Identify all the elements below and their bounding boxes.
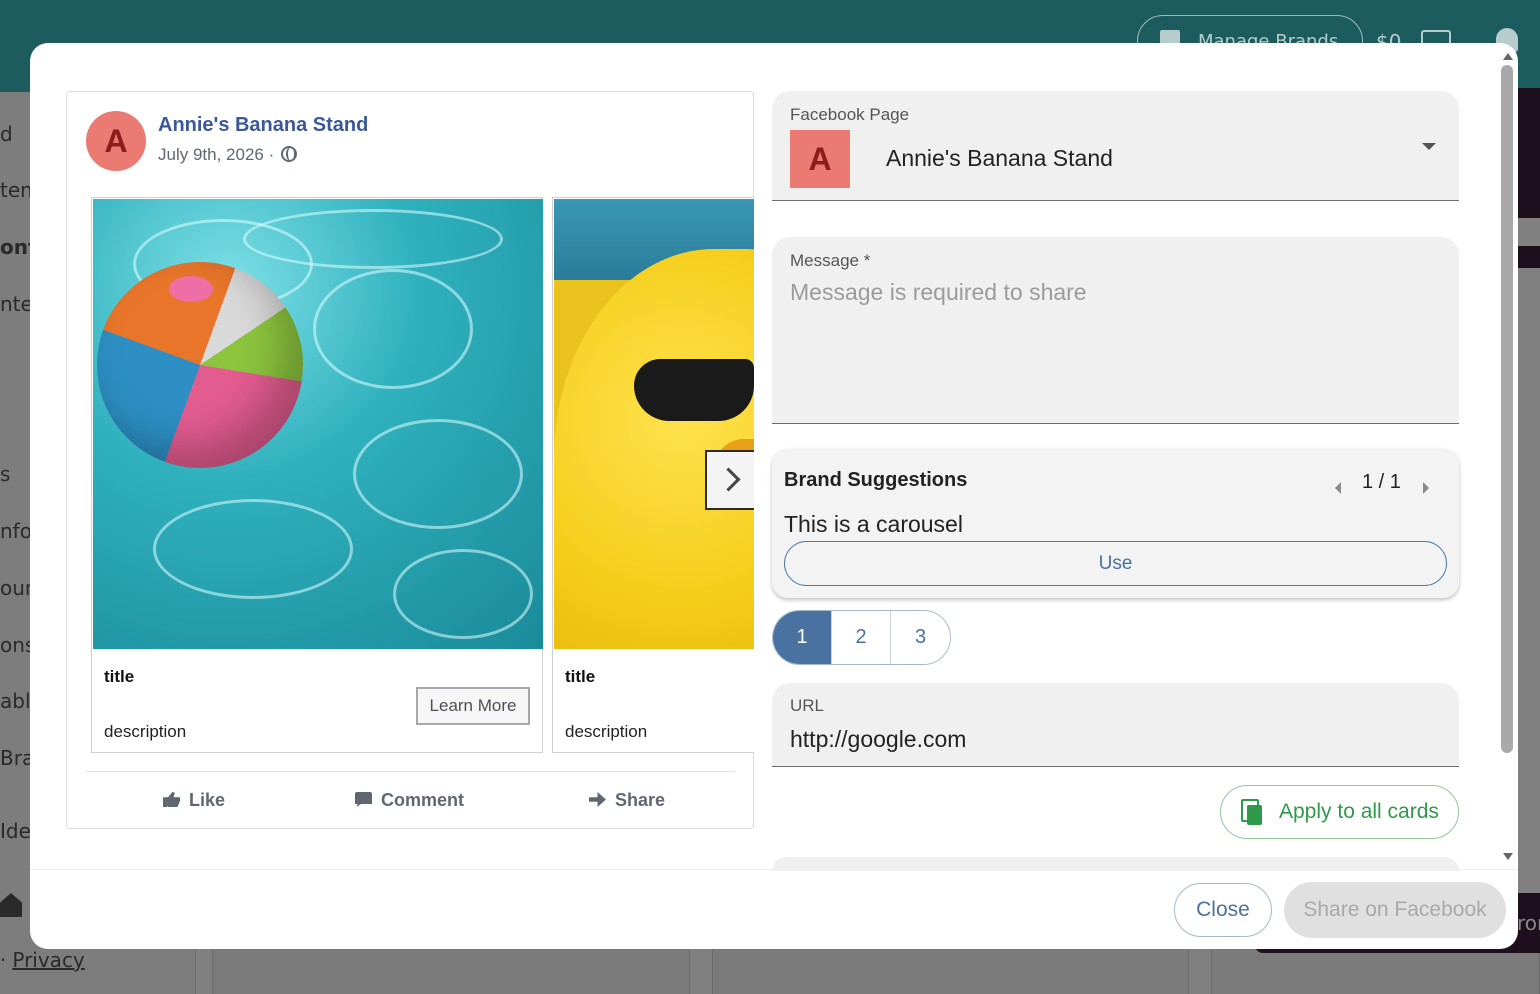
privacy-link[interactable]: Privacy — [12, 948, 84, 972]
sidebar-item[interactable]: Ide — [0, 819, 31, 843]
chevron-right-icon[interactable] — [1423, 482, 1429, 494]
copy-icon — [1241, 799, 1262, 825]
page-name: Annie's Banana Stand — [158, 114, 369, 136]
background-panel — [1518, 88, 1540, 218]
url-input[interactable] — [790, 723, 1440, 755]
sidebar-item[interactable]: nte — [0, 292, 33, 316]
apply-to-all-label: Apply to all cards — [1279, 800, 1439, 823]
share-dialog: A Annie's Banana Stand July 9th, 2026 · … — [30, 43, 1518, 949]
sidebar-item[interactable]: s — [0, 462, 10, 486]
chevron-left-icon[interactable] — [1335, 482, 1341, 494]
suggestion-text: This is a carousel — [784, 511, 963, 537]
card-description: description — [104, 722, 187, 741]
apply-to-all-cards-button[interactable]: Apply to all cards — [1220, 785, 1459, 839]
beach-ball — [97, 262, 303, 468]
divider — [85, 771, 735, 772]
post-date: July 9th, 2026 · — [158, 145, 275, 164]
card-tab-1[interactable]: 1 — [773, 611, 832, 664]
card-description: description — [565, 722, 648, 741]
share-on-facebook-button[interactable]: Share on Facebook — [1284, 882, 1506, 938]
page-avatar: A — [790, 130, 850, 188]
card-tabs: 1 2 3 — [772, 610, 951, 665]
background-action-label: ron — [1517, 911, 1540, 935]
facebook-post-preview: A Annie's Banana Stand July 9th, 2026 · … — [66, 91, 754, 829]
share-label: Share — [615, 790, 666, 810]
comment-icon — [355, 792, 372, 807]
suggestion-counter: 1 / 1 — [1362, 471, 1401, 493]
card-title: title — [104, 667, 135, 686]
sidebar-item[interactable]: nfo — [0, 519, 32, 543]
comment-label: Comment — [381, 790, 465, 810]
background-strip — [1518, 246, 1540, 268]
close-button[interactable]: Close — [1174, 883, 1272, 937]
globe-icon — [281, 146, 297, 162]
share-button[interactable]: Share — [589, 790, 665, 811]
carousel-next-button[interactable] — [705, 450, 754, 510]
carousel: title description Learn More title descr… — [91, 197, 754, 755]
carousel-card: title description Learn More — [91, 197, 543, 753]
url-label: URL — [790, 696, 825, 715]
scrollbar[interactable] — [1500, 51, 1516, 863]
facebook-page-select[interactable]: Facebook Page A Annie's Banana Stand — [772, 91, 1459, 201]
brand-suggestions-card: Brand Suggestions 1 / 1 This is a carous… — [772, 449, 1459, 598]
like-label: Like — [189, 790, 226, 810]
rubber-duck-image — [554, 199, 754, 649]
message-input[interactable] — [790, 279, 1440, 409]
url-field: URL — [772, 683, 1459, 767]
chevron-down-icon[interactable] — [1422, 143, 1436, 150]
footer-divider — [30, 869, 1518, 870]
card-tab-3[interactable]: 3 — [891, 611, 950, 664]
comment-button[interactable]: Comment — [355, 790, 464, 811]
thumbs-up-icon — [163, 792, 180, 807]
scrollbar-thumb[interactable] — [1501, 65, 1513, 753]
sidebar-item[interactable]: d — [0, 122, 13, 146]
message-field: Message * — [772, 237, 1459, 424]
facebook-page-value: Annie's Banana Stand — [886, 145, 1113, 171]
footer-links: · Privacy — [0, 948, 85, 972]
like-button[interactable]: Like — [163, 790, 225, 811]
scroll-down-icon[interactable] — [1503, 853, 1513, 860]
page-avatar: A — [86, 111, 146, 171]
learn-more-button[interactable]: Learn More — [416, 687, 530, 725]
beach-ball-image — [93, 199, 543, 649]
sidebar-item[interactable]: ten — [0, 178, 33, 202]
message-label: Message * — [790, 251, 871, 270]
card-title: title — [565, 667, 596, 686]
facebook-page-label: Facebook Page — [790, 105, 910, 124]
use-suggestion-button[interactable]: Use — [784, 541, 1447, 586]
card-tab-2[interactable]: 2 — [832, 611, 891, 664]
footer-separator: · — [0, 948, 7, 972]
brand-suggestions-title: Brand Suggestions — [784, 469, 968, 491]
scroll-up-icon[interactable] — [1503, 53, 1513, 60]
share-icon — [589, 792, 606, 807]
